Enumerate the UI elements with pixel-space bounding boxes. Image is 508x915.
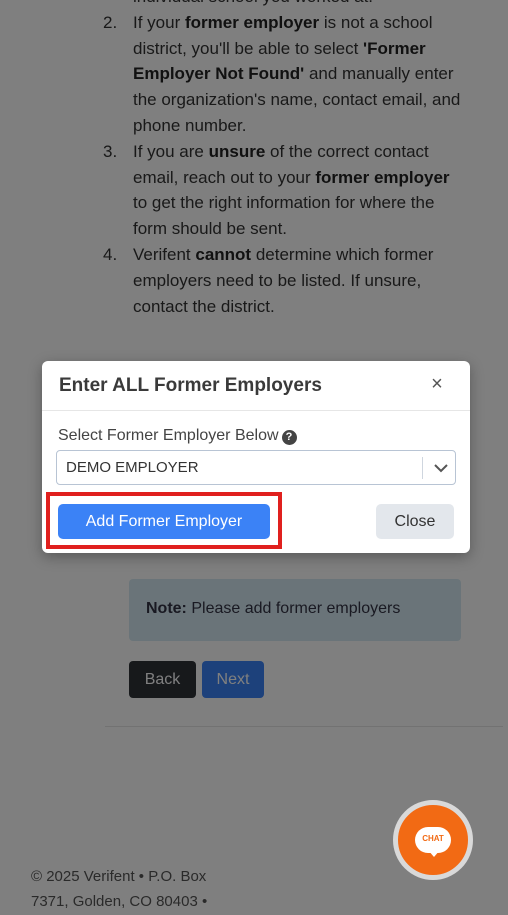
former-employers-modal: Enter ALL Former Employers × Select Form…: [42, 361, 470, 553]
select-label: Select Former Employer Below?: [58, 427, 297, 445]
chat-button[interactable]: CHAT: [393, 800, 473, 880]
add-former-employer-button[interactable]: Add Former Employer: [58, 504, 270, 539]
modal-header: Enter ALL Former Employers ×: [42, 361, 470, 411]
select-label-text: Select Former Employer Below: [58, 427, 279, 444]
former-employer-select[interactable]: DEMO EMPLOYER: [56, 450, 456, 485]
close-icon[interactable]: ×: [426, 373, 448, 395]
chat-bubble-tail: [428, 850, 440, 857]
select-value: DEMO EMPLOYER: [66, 459, 199, 476]
modal-title: Enter ALL Former Employers: [59, 375, 322, 396]
chevron-down-icon[interactable]: [430, 457, 452, 479]
help-icon[interactable]: ?: [281, 430, 297, 445]
chat-label: CHAT: [422, 834, 444, 843]
close-button[interactable]: Close: [376, 504, 454, 539]
select-separator: [422, 457, 423, 479]
